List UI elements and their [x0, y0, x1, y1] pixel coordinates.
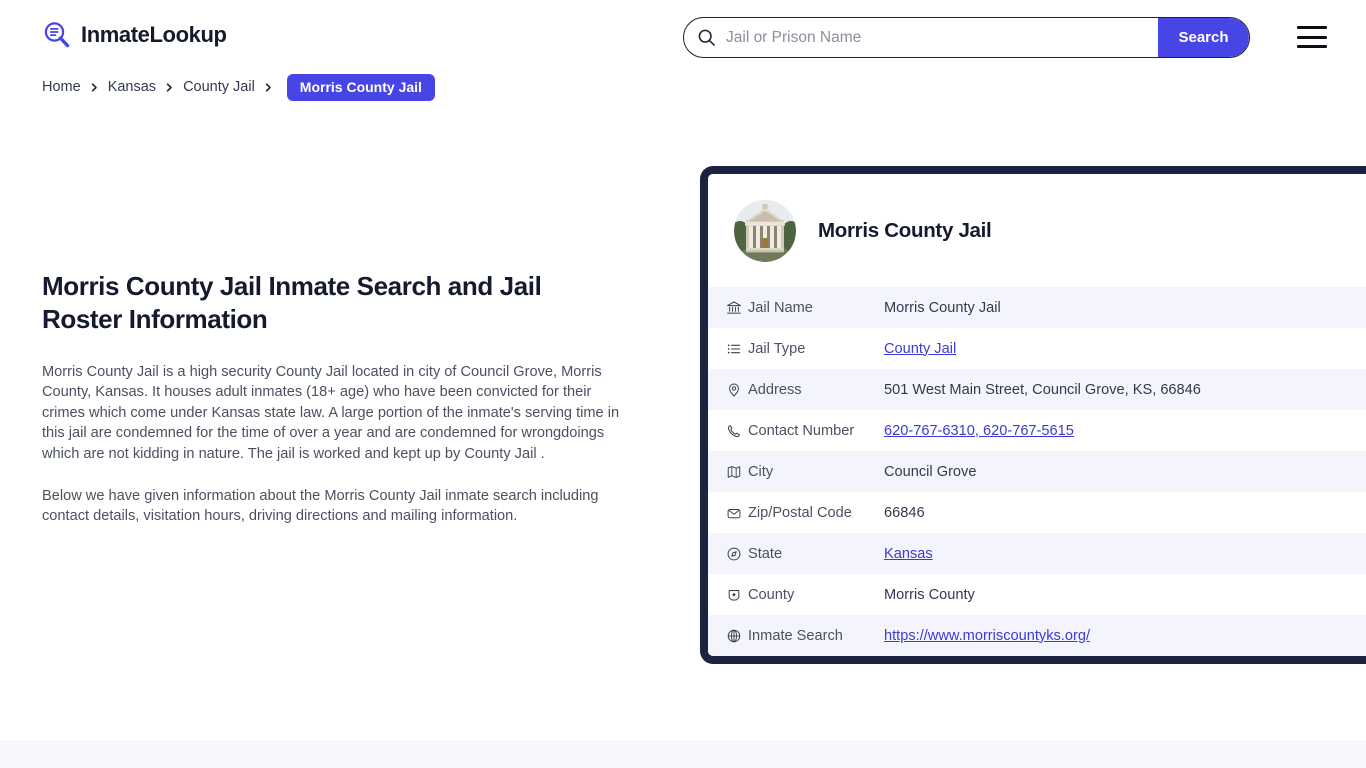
- jail-type-link[interactable]: County Jail: [884, 341, 956, 357]
- jail-info-card: Morris County Jail Jail Name Morris Coun…: [700, 166, 1366, 664]
- state-link[interactable]: Kansas: [884, 546, 933, 562]
- table-body: Jail Name Morris County Jail Jail Type C…: [708, 287, 1366, 656]
- envelope-icon: [708, 492, 748, 533]
- row-value[interactable]: https://www.morriscountyks.org/: [878, 615, 1366, 656]
- table-row: Zip/Postal Code 66846: [708, 492, 1366, 533]
- courthouse-photo: [734, 199, 796, 262]
- search-button[interactable]: Search: [1158, 18, 1249, 57]
- table-row: Contact Number 620-767-6310, 620-767-561…: [708, 410, 1366, 451]
- brand-logo[interactable]: InmateLookup: [42, 20, 227, 50]
- brand-name: InmateLookup: [81, 22, 227, 47]
- hamburger-bar: [1297, 26, 1327, 29]
- row-value: Morris County: [884, 586, 975, 603]
- row-value: 501 West Main Street, Council Grove, KS,…: [884, 381, 1201, 398]
- contact-number-link[interactable]: 620-767-6310, 620-767-5615: [884, 423, 1074, 439]
- card-title: Morris County Jail: [818, 218, 992, 242]
- search-input[interactable]: [718, 18, 1158, 57]
- chevron-right-icon: [156, 82, 183, 93]
- chevron-right-icon: [81, 82, 108, 93]
- bank-icon: [708, 287, 748, 328]
- row-label: Jail Name: [748, 299, 813, 316]
- list-icon: [708, 328, 748, 369]
- table-row: City Council Grove: [708, 451, 1366, 492]
- table-row: Inmate Search https://www.morriscountyks…: [708, 615, 1366, 656]
- card-header: Morris County Jail: [708, 174, 1366, 287]
- breadcrumb-current: Morris County Jail: [286, 73, 435, 101]
- search-bar[interactable]: Search: [683, 17, 1250, 58]
- row-label: Inmate Search: [748, 627, 843, 644]
- intro-paragraph: Morris County Jail is a high security Co…: [42, 364, 620, 462]
- table-row: Jail Name Morris County Jail: [708, 287, 1366, 328]
- row-value: Council Grove: [884, 463, 977, 480]
- page-title: Morris County Jail Inmate Search and Jai…: [42, 271, 542, 334]
- map-icon: [708, 451, 748, 492]
- phone-icon: [708, 410, 748, 451]
- table-row: Jail Type County Jail: [708, 328, 1366, 369]
- row-label: Jail Type: [748, 340, 806, 357]
- compass-icon: [708, 533, 748, 574]
- row-value: Morris County Jail: [884, 299, 1001, 316]
- row-label: State: [748, 545, 783, 562]
- search-icon: [684, 28, 718, 47]
- site-header: InmateLookup Search: [0, 0, 1366, 74]
- row-label: City: [748, 463, 774, 480]
- breadcrumb-item-home[interactable]: Home: [42, 79, 81, 95]
- magnifier-list-icon: [42, 20, 72, 50]
- row-label: Address: [748, 381, 802, 398]
- row-value: 66846: [884, 504, 925, 521]
- row-label: Zip/Postal Code: [748, 504, 852, 521]
- row-label: Contact Number: [748, 422, 855, 439]
- breadcrumb-item-county-jail[interactable]: County Jail: [183, 79, 255, 95]
- globe-icon: [708, 615, 748, 656]
- row-value[interactable]: 620-767-6310, 620-767-5615: [878, 410, 1366, 451]
- chevron-right-icon: [255, 82, 282, 93]
- map-pin-icon: [708, 369, 748, 410]
- row-label: County: [748, 586, 795, 603]
- jail-details-table: Jail Name Morris County Jail Jail Type C…: [708, 287, 1366, 656]
- hamburger-menu-icon[interactable]: [1297, 26, 1327, 48]
- secondary-paragraph: Below we have given information about th…: [42, 488, 599, 525]
- table-row: County Morris County: [708, 574, 1366, 615]
- hamburger-bar: [1297, 45, 1327, 48]
- hamburger-bar: [1297, 35, 1327, 39]
- breadcrumb: Home Kansas County Jail Morris County Ja…: [42, 73, 435, 101]
- row-value[interactable]: County Jail: [878, 328, 1366, 369]
- row-value[interactable]: Kansas: [878, 533, 1366, 574]
- inmate-search-link[interactable]: https://www.morriscountyks.org/: [884, 628, 1090, 644]
- table-row: Address 501 West Main Street, Council Gr…: [708, 369, 1366, 410]
- region-map-icon: [708, 574, 748, 615]
- footer-band: [0, 740, 1366, 768]
- breadcrumb-item-kansas[interactable]: Kansas: [108, 79, 156, 95]
- table-row: State Kansas: [708, 533, 1366, 574]
- article-content: Morris County Jail Inmate Search and Jai…: [42, 270, 627, 527]
